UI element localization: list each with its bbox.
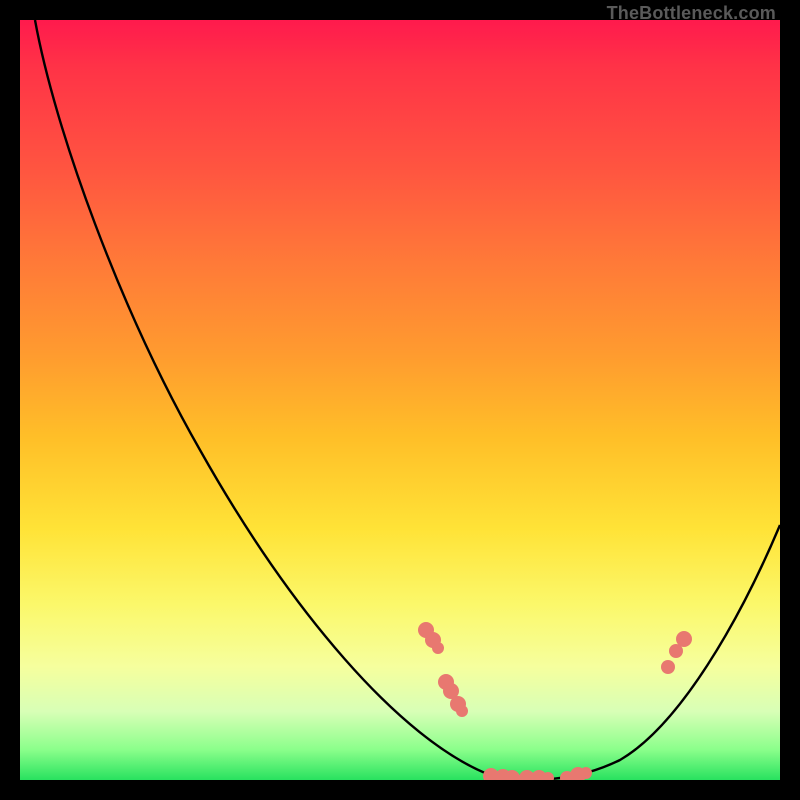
data-point <box>456 705 468 717</box>
data-point <box>661 660 675 674</box>
chart-frame <box>20 20 780 780</box>
data-point <box>580 767 592 779</box>
data-points-group <box>418 622 692 780</box>
data-point <box>676 631 692 647</box>
chart-overlay <box>20 20 780 780</box>
data-point <box>432 642 444 654</box>
